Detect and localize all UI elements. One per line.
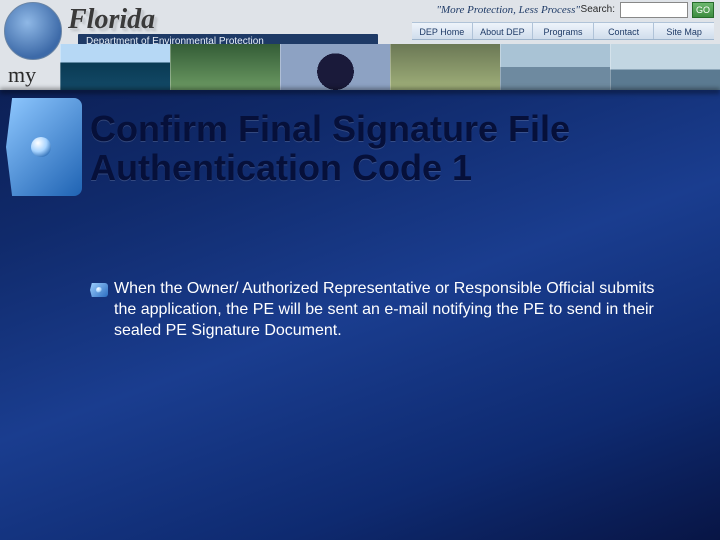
my-label: my: [8, 62, 36, 88]
slide-body-text: When the Owner/ Authorized Representativ…: [114, 278, 680, 341]
banner-photo: [170, 44, 280, 90]
search-label: Search:: [581, 4, 615, 15]
nav-contact[interactable]: Contact: [593, 23, 654, 39]
header-nav: DEP Home About DEP Programs Contact Site…: [412, 22, 714, 40]
nav-programs[interactable]: Programs: [532, 23, 593, 39]
search-go-button[interactable]: GO: [692, 2, 714, 18]
state-name: Florida: [68, 4, 155, 36]
banner-photo: [280, 44, 390, 90]
nav-site-map[interactable]: Site Map: [653, 23, 714, 39]
title-bullet-icon: [6, 98, 82, 196]
banner-photo: [390, 44, 500, 90]
banner-photo: [60, 44, 170, 90]
slogan-text: "More Protection, Less Process": [436, 4, 580, 16]
banner-photo: [500, 44, 610, 90]
photo-strip: [60, 44, 720, 90]
nav-about-dep[interactable]: About DEP: [472, 23, 533, 39]
nav-dep-home[interactable]: DEP Home: [412, 23, 472, 39]
body-bullet-icon: [90, 283, 108, 297]
slide: my Florida Department of Environmental P…: [0, 0, 720, 540]
header-banner: my Florida Department of Environmental P…: [0, 0, 720, 90]
search-input[interactable]: [620, 2, 688, 18]
banner-photo: [610, 44, 720, 90]
slide-title: Confirm Final Signature File Authenticat…: [90, 110, 690, 188]
agency-seal-icon: [4, 2, 62, 60]
